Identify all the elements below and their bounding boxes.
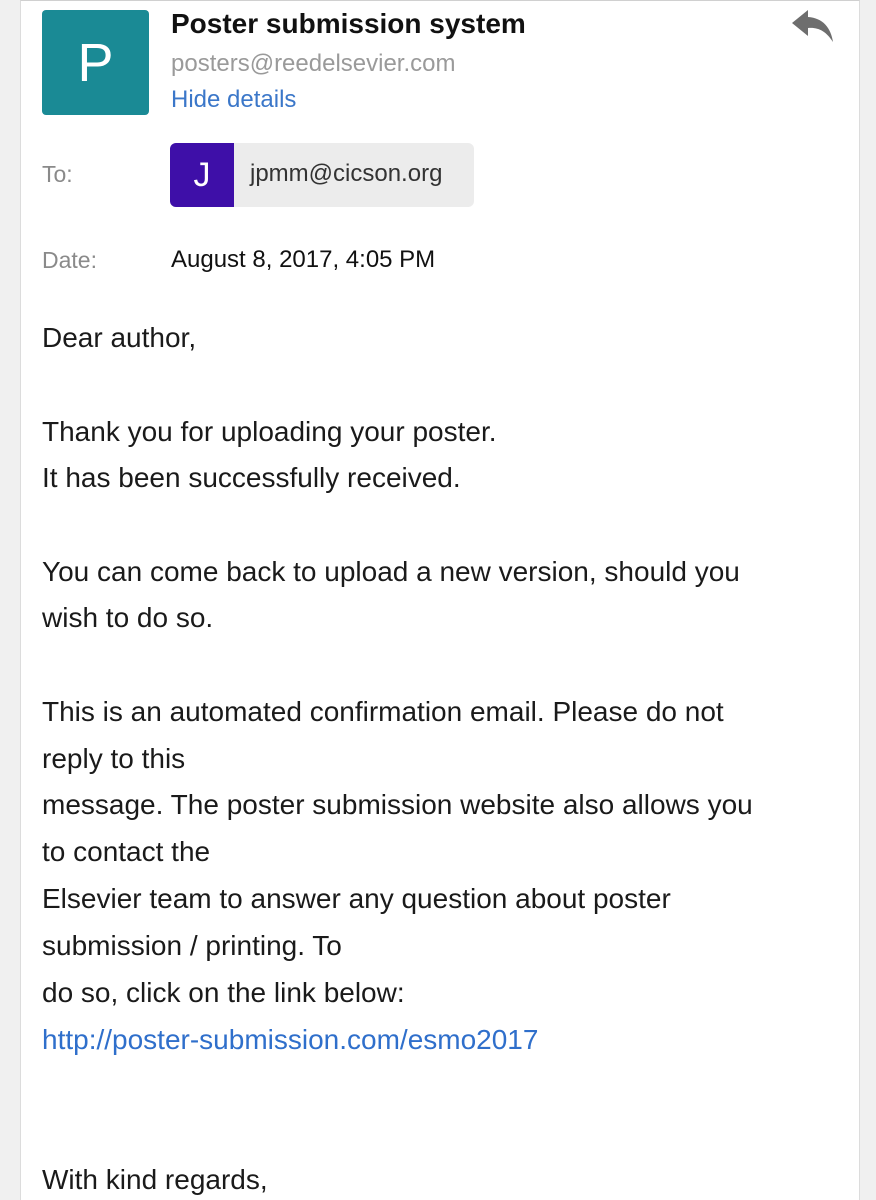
body-line: submission / printing. To <box>42 930 342 961</box>
body-line: wish to do so. <box>42 602 214 633</box>
to-label: To: <box>42 161 73 187</box>
body-line: It has been successfully received. <box>42 462 461 493</box>
sender-email[interactable]: posters@reedelsevier.com <box>171 50 455 78</box>
body-line: to contact the <box>42 836 211 867</box>
recipient-avatar: J <box>170 143 234 207</box>
body-line: reply to this <box>42 743 186 774</box>
closing: With kind regards, <box>42 1164 268 1195</box>
reply-arrow-icon[interactable] <box>790 6 836 46</box>
body-line: message. The poster submission website a… <box>42 789 753 820</box>
poster-submission-link[interactable]: http://poster-submission.com/esmo2017 <box>42 1024 538 1056</box>
sender-avatar: P <box>42 10 149 115</box>
body-line: Elsevier team to answer any question abo… <box>42 883 671 914</box>
recipient-email: jpmm@cicson.org <box>250 160 443 187</box>
date-value: August 8, 2017, 4:05 PM <box>171 246 436 273</box>
greeting: Dear author, <box>42 322 197 353</box>
body-line: You can come back to upload a new versio… <box>42 556 740 587</box>
date-label: Date: <box>42 247 97 273</box>
body-line: do so, click on the link below: <box>42 977 405 1008</box>
body-line: Thank you for uploading your poster. <box>42 416 497 447</box>
recipient-chip[interactable]: J jpmm@cicson.org <box>170 143 474 207</box>
hide-details-link[interactable]: Hide details <box>171 86 296 114</box>
body-line: This is an automated confirmation email.… <box>42 696 724 727</box>
sender-name: Poster submission system <box>171 8 526 39</box>
